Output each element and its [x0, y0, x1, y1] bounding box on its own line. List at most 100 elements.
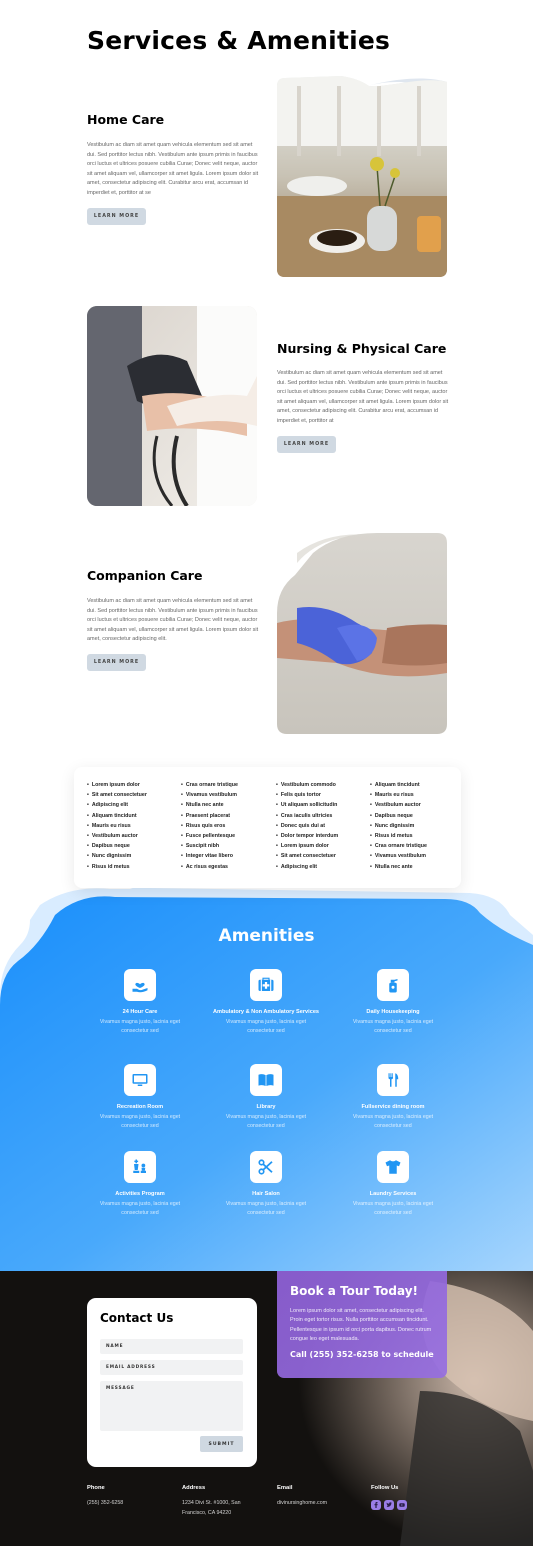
amenity-laundry: Laundry Services Vivamus magna justo, la…: [333, 1151, 453, 1217]
amenity-desc: Vivamus magna justo, lacinia eget consec…: [99, 1114, 181, 1129]
chess-icon: [124, 1151, 156, 1183]
feature-list-column-2: Cras ornare tristique Vivamus vestibulum…: [181, 780, 238, 872]
list-item: Sit amet consectetuer: [276, 851, 338, 861]
feature-list-column-3: Vestibulum commodo Felis quis tortor Ut …: [276, 780, 338, 872]
service-title-nursing: Nursing & Physical Care: [277, 341, 447, 356]
list-item: Integer vitae libero: [181, 851, 238, 861]
youtube-icon[interactable]: [397, 1500, 407, 1510]
facebook-icon[interactable]: [371, 1500, 381, 1510]
tshirt-icon: [377, 1151, 409, 1183]
footer-phone[interactable]: (255) 352-6258: [87, 1499, 123, 1509]
list-item: Vivamus vestibulum: [181, 790, 238, 800]
footer-address-line2: Francisco, CA 94220: [182, 1510, 232, 1516]
amenity-desc: Vivamus magna justo, lacinia eget consec…: [352, 1201, 434, 1216]
twitter-icon[interactable]: [384, 1500, 394, 1510]
companion-care-photo: [277, 533, 447, 734]
book-tour-card: Book a Tour Today! Lorem ipsum dolor sit…: [277, 1271, 447, 1378]
amenity-desc: Vivamus magna justo, lacinia eget consec…: [225, 1201, 307, 1216]
list-item: Dapibus neque: [370, 811, 427, 821]
list-item: Cras ornare tristique: [181, 780, 238, 790]
name-placeholder: NAME: [106, 1344, 124, 1349]
medical-kit-icon: [250, 969, 282, 1001]
amenity-name: Activities Program: [115, 1191, 165, 1197]
amenity-desc: Vivamus magna justo, lacinia eget consec…: [99, 1019, 181, 1034]
list-item: Ntulla nec ante: [181, 800, 238, 810]
nursing-care-photo: [87, 306, 257, 506]
footer-email[interactable]: divinursinghome.com: [277, 1499, 327, 1509]
list-item: Risus id metus: [87, 862, 147, 872]
footer-section: [0, 1271, 533, 1546]
spray-bottle-icon: [377, 969, 409, 1001]
amenity-name: Daily Housekeeping: [366, 1009, 420, 1015]
learn-more-button-home-care[interactable]: LEARN MORE: [87, 208, 146, 225]
service-body-nursing: Vestibulum ac diam sit amet quam vehicul…: [277, 370, 449, 424]
list-item: Nunc dignissim: [370, 821, 427, 831]
list-item: Ntulla nec ante: [370, 862, 427, 872]
amenity-name: Recreation Room: [116, 1104, 164, 1110]
list-item: Aliquam tincidunt: [87, 811, 147, 821]
footer-address-label: Address: [182, 1485, 206, 1491]
footer-background-photo: [240, 1271, 533, 1546]
service-title-home-care: Home Care: [87, 112, 165, 127]
list-item: Dapibus neque: [87, 841, 147, 851]
list-item: Fusce pellentesque: [181, 831, 238, 841]
list-item: Felis quis tortor: [276, 790, 338, 800]
list-item: Vestibulum auctor: [370, 800, 427, 810]
tour-call-link[interactable]: Call (255) 352-6258 to schedule: [290, 1350, 434, 1359]
service-body-companion: Vestibulum ac diam sit amet quam vehicul…: [87, 598, 259, 643]
list-item: Dolor tempor interdum: [276, 831, 338, 841]
list-item: Suscipit nibh: [181, 841, 238, 851]
list-item: Lorem ipsum dolor: [276, 841, 338, 851]
feature-list-column-1: Lorem ipsum dolor Sit amet consectetuer …: [87, 780, 147, 872]
list-item: Cras ornare tristique: [370, 841, 427, 851]
list-item: Mauris eu risus: [370, 790, 427, 800]
list-item: Adipiscing elit: [87, 800, 147, 810]
amenity-recreation-room: Recreation Room Vivamus magna justo, lac…: [80, 1064, 200, 1130]
list-item: Mauris eu risus: [87, 821, 147, 831]
scissors-icon: [250, 1151, 282, 1183]
page-title: Services & Amenities: [87, 26, 391, 55]
list-item: Vestibulum auctor: [87, 831, 147, 841]
heart-hand-icon: [124, 969, 156, 1001]
amenity-desc: Vivamus magna justo, lacinia eget consec…: [225, 1114, 307, 1129]
amenity-library: Library Vivamus magna justo, lacinia ege…: [206, 1064, 326, 1130]
submit-button[interactable]: SUBMIT: [200, 1436, 243, 1452]
amenity-name: Library: [256, 1104, 276, 1110]
amenity-desc: Vivamus magna justo, lacinia eget consec…: [352, 1114, 434, 1129]
amenity-name: Ambulatory & Non Ambulatory Services: [212, 1009, 320, 1015]
feature-list-column-4: Aliquam tincidunt Mauris eu risus Vestib…: [370, 780, 427, 872]
contact-title: Contact Us: [100, 1311, 174, 1325]
amenity-activities: Activities Program Vivamus magna justo, …: [80, 1151, 200, 1217]
tour-title: Book a Tour Today!: [290, 1284, 418, 1298]
utensils-icon: [377, 1064, 409, 1096]
service-body-home-care: Vestibulum ac diam sit amet quam vehicul…: [87, 142, 259, 196]
learn-more-button-nursing[interactable]: LEARN MORE: [277, 436, 336, 453]
amenities-title: Amenities: [218, 926, 315, 946]
message-field[interactable]: MESSAGE: [100, 1381, 243, 1431]
list-item: Cras iaculis ultricies: [276, 811, 338, 821]
list-item: Vivamus vestibulum: [370, 851, 427, 861]
amenity-ambulatory: Ambulatory & Non Ambulatory Services Viv…: [206, 969, 326, 1035]
list-item: Ac risus egestas: [181, 862, 238, 872]
list-item: Ut aliquam sollicitudin: [276, 800, 338, 810]
footer-follow-label: Follow Us: [371, 1485, 399, 1491]
email-field[interactable]: EMAIL ADDRESS: [100, 1360, 243, 1375]
list-item: Risus quis eros: [181, 821, 238, 831]
book-icon: [250, 1064, 282, 1096]
list-item: Lorem ipsum dolor: [87, 780, 147, 790]
name-field[interactable]: NAME: [100, 1339, 243, 1354]
learn-more-button-companion[interactable]: LEARN MORE: [87, 654, 146, 671]
amenity-24-hour-care: 24 Hour Care Vivamus magna justo, lacini…: [80, 969, 200, 1035]
monitor-icon: [124, 1064, 156, 1096]
service-title-companion: Companion Care: [87, 568, 203, 583]
footer-address-line1: 1234 Divi St. #1000, San: [182, 1500, 241, 1506]
amenity-name: Fullservice dining room: [361, 1104, 425, 1110]
amenity-housekeeping: Daily Housekeeping Vivamus magna justo, …: [333, 969, 453, 1035]
amenity-name: 24 Hour Care: [122, 1009, 158, 1015]
message-placeholder: MESSAGE: [106, 1386, 135, 1391]
feature-list-card: Lorem ipsum dolor Sit amet consectetuer …: [74, 767, 461, 888]
list-item: Donec quis dui at: [276, 821, 338, 831]
amenity-hair-salon: Hair Salon Vivamus magna justo, lacinia …: [206, 1151, 326, 1217]
list-item: Sit amet consectetuer: [87, 790, 147, 800]
amenity-dining-room: Fullservice dining room Vivamus magna ju…: [333, 1064, 453, 1130]
